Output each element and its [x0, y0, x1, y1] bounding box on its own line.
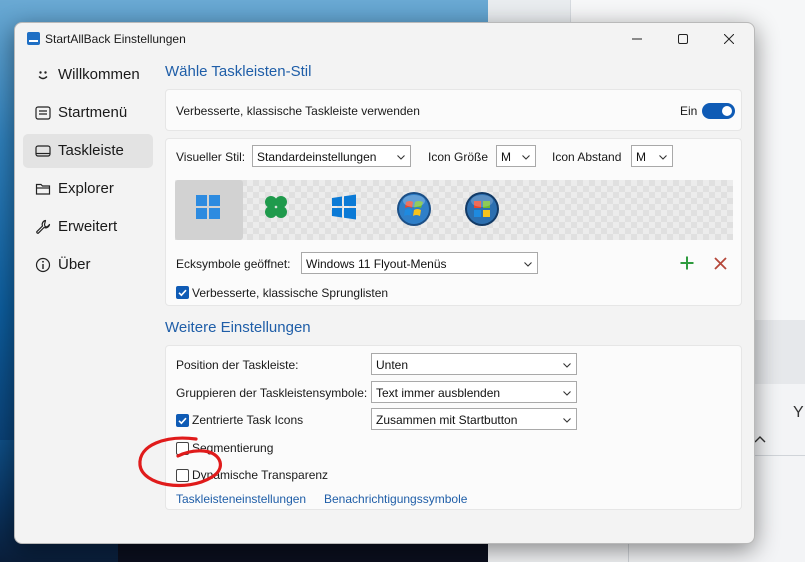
taskbar-settings-link[interactable]: Taskleisteneinstellungen	[176, 492, 306, 506]
chevron-down-icon	[524, 262, 532, 267]
chevron-down-icon	[659, 155, 667, 160]
chevron-down-icon	[522, 155, 530, 160]
folder-icon	[35, 183, 51, 195]
style-tile-windows-10[interactable]	[311, 180, 379, 240]
checkmark-icon	[178, 417, 187, 425]
sidebar-item-label: Über	[58, 256, 91, 273]
grouping-dropdown[interactable]: Text immer ausblenden	[371, 381, 577, 403]
sidebar-item-erweitert[interactable]: Erweitert	[23, 210, 153, 244]
settings-window: StartAllBack Einstellungen Willkommen St…	[14, 22, 755, 544]
corner-symbols-label: Ecksymbole geöffnet:	[176, 257, 291, 271]
maximize-button[interactable]	[660, 23, 706, 55]
sidebar-item-startmenue[interactable]: Startmenü	[23, 96, 153, 130]
chevron-down-icon	[563, 418, 571, 423]
windows-7-orb-icon	[397, 192, 431, 226]
jumplists-checkbox[interactable]	[176, 286, 189, 299]
visual-style-dropdown[interactable]: Standardeinstellungen	[252, 145, 411, 167]
centered-icons-dropdown[interactable]: Zusammen mit Startbutton	[371, 408, 577, 430]
sidebar-item-label: Startmenü	[58, 104, 128, 121]
style-tile-windows-vista[interactable]	[447, 180, 515, 240]
visual-style-label: Visueller Stil:	[176, 150, 246, 164]
add-icon[interactable]	[680, 256, 694, 270]
corner-symbols-dropdown[interactable]: Windows 11 Flyout-Menüs	[301, 252, 538, 274]
start-menu-icon	[35, 106, 51, 120]
sidebar-item-explorer[interactable]: Explorer	[23, 172, 153, 206]
smile-icon	[38, 71, 48, 80]
grouping-label: Gruppieren der Taskleistensymbole:	[176, 386, 368, 400]
chevron-down-icon	[563, 391, 571, 396]
wrench-icon	[36, 219, 51, 234]
icon-spacing-label: Icon Abstand	[552, 150, 622, 164]
icon-size-dropdown[interactable]: M	[496, 145, 536, 167]
notification-icons-link[interactable]: Benachrichtigungssymbole	[324, 492, 467, 506]
centered-icons-label: Zentrierte Task Icons	[192, 413, 304, 427]
sidebar-item-ueber[interactable]: Über	[23, 248, 153, 282]
info-icon	[35, 257, 51, 273]
segmentation-checkbox[interactable]	[176, 442, 189, 455]
window-title: StartAllBack Einstellungen	[45, 32, 186, 46]
jumplists-label: Verbesserte, klassische Sprunglisten	[192, 286, 389, 300]
style-tile-windows-7[interactable]	[379, 180, 447, 240]
more-settings-card: Position der Taskleiste: Unten Gruppiere…	[165, 345, 742, 510]
style-tile-windows-11[interactable]	[175, 180, 243, 240]
sidebar-item-taskleiste[interactable]: Taskleiste	[23, 134, 153, 168]
segmentation-label: Segmentierung	[192, 441, 274, 455]
background-partial-text: Y	[793, 404, 804, 421]
close-button[interactable]	[706, 23, 752, 55]
remove-icon[interactable]	[714, 257, 727, 270]
minimize-button[interactable]	[614, 23, 660, 55]
enhanced-taskbar-label: Verbesserte, klassische Taskleiste verwe…	[176, 104, 420, 118]
enhanced-taskbar-card: Verbesserte, klassische Taskleiste verwe…	[165, 89, 742, 131]
section-title-taskbar-style: Wähle Taskleisten-Stil	[165, 63, 312, 80]
chevron-down-icon	[397, 155, 405, 160]
background-chevron-up-icon[interactable]	[754, 430, 766, 446]
chevron-down-icon	[563, 363, 571, 368]
app-icon	[27, 32, 40, 45]
section-title-more-settings: Weitere Einstellungen	[165, 319, 311, 336]
icon-size-label: Icon Größe	[428, 150, 489, 164]
windows-11-logo-icon	[196, 195, 220, 219]
maximize-icon	[678, 34, 688, 44]
clover-logo-icon	[265, 196, 287, 218]
windows-10-logo-icon	[332, 194, 356, 220]
taskbar-icon	[35, 145, 51, 157]
sidebar-item-label: Taskleiste	[58, 142, 124, 159]
checkmark-icon	[178, 289, 187, 297]
sidebar-item-willkommen[interactable]: Willkommen	[23, 58, 153, 92]
enhanced-taskbar-toggle[interactable]	[702, 103, 735, 119]
dynamic-transparency-label: Dynamische Transparenz	[192, 468, 329, 482]
icon-spacing-dropdown[interactable]: M	[631, 145, 673, 167]
centered-icons-checkbox[interactable]	[176, 414, 189, 427]
windows-vista-orb-icon	[465, 192, 499, 226]
sidebar-item-label: Erweitert	[58, 218, 118, 235]
title-bar[interactable]: StartAllBack Einstellungen	[15, 23, 754, 55]
style-tile-clover[interactable]	[243, 180, 311, 240]
taskbar-position-dropdown[interactable]: Unten	[371, 353, 577, 375]
toggle-state-label: Ein	[680, 104, 698, 118]
close-icon	[724, 34, 734, 44]
dynamic-transparency-checkbox[interactable]	[176, 469, 189, 482]
minimize-icon	[632, 38, 642, 40]
taskbar-position-label: Position der Taskleiste:	[176, 358, 299, 372]
sidebar-item-label: Willkommen	[58, 66, 140, 83]
sidebar-item-label: Explorer	[58, 180, 114, 197]
